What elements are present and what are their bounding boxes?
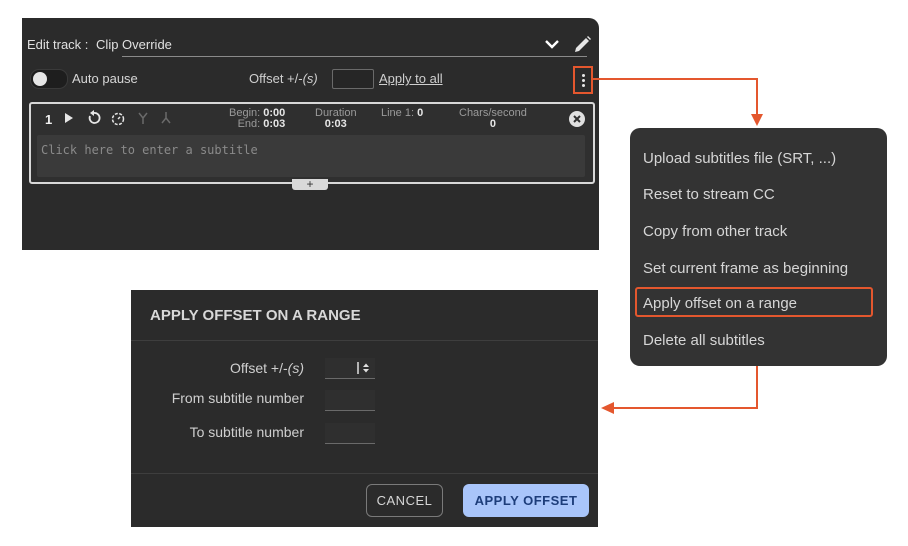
menu-item-reset-stream-cc[interactable]: Reset to stream CC: [643, 186, 775, 203]
offset-label-text: Offset +/-: [249, 71, 303, 86]
offset-input[interactable]: [332, 69, 374, 89]
auto-pause-label: Auto pause: [72, 71, 138, 86]
subtitle-card: 1 Begin: 0:00 End: 0:03 Duration 0:03 Li…: [29, 102, 595, 184]
undo-icon[interactable]: [86, 110, 102, 126]
chevron-down-icon[interactable]: [543, 37, 561, 51]
end-value: 0:03: [263, 118, 286, 130]
stepper-icon[interactable]: [355, 361, 371, 375]
menu-item-upload-subtitles[interactable]: Upload subtitles file (SRT, ...): [643, 150, 836, 167]
offset-label: Offset +/-(s): [249, 71, 318, 86]
close-circle-icon[interactable]: [569, 111, 585, 127]
subtitle-placeholder: Click here to enter a subtitle: [41, 143, 258, 157]
menu-connector-arrow: [593, 78, 763, 126]
menu-item-set-current-frame[interactable]: Set current frame as beginning: [643, 260, 848, 277]
menu-item-apply-offset-range[interactable]: Apply offset on a range: [643, 295, 797, 312]
chars-per-second-info: Chars/second 0: [459, 108, 527, 130]
menu-item-copy-from-track[interactable]: Copy from other track: [643, 223, 787, 240]
toggle-knob: [33, 72, 47, 86]
subtitle-editor-panel: Edit track : Clip Override Auto pause Of…: [22, 18, 599, 250]
track-options-menu: Upload subtitles file (SRT, ...) Reset t…: [630, 128, 887, 366]
add-subtitle-button[interactable]: +: [292, 178, 328, 190]
subtitle-number: 1: [45, 112, 53, 127]
offset-field-unit: (s): [287, 360, 304, 376]
line-info: Line 1: 0: [381, 108, 423, 119]
track-label: Edit track :: [27, 37, 89, 52]
begin-end-info: Begin: 0:00 End: 0:03: [229, 108, 285, 130]
auto-pause-toggle[interactable]: [30, 69, 68, 89]
line-value: 0: [417, 107, 424, 119]
more-vertical-icon[interactable]: [573, 66, 593, 94]
dialog-footer-divider: [131, 473, 598, 474]
to-subtitle-input[interactable]: [325, 423, 375, 444]
apply-offset-dialog: APPLY OFFSET ON A RANGE Offset +/-(s) Fr…: [131, 290, 598, 527]
from-subtitle-label: From subtitle number: [171, 390, 304, 406]
timer-icon[interactable]: [110, 110, 126, 126]
offset-field-label: Offset +/-(s): [230, 360, 304, 376]
track-value: Clip Override: [96, 37, 172, 52]
track-underline: [122, 56, 587, 57]
apply-offset-button[interactable]: APPLY OFFSET: [463, 484, 589, 517]
cancel-button[interactable]: CANCEL: [366, 484, 443, 517]
offset-number-input[interactable]: [325, 358, 375, 379]
end-label: End:: [237, 118, 261, 130]
from-subtitle-input[interactable]: [325, 390, 375, 411]
offset-field-label-text: Offset +/-: [229, 360, 288, 376]
to-subtitle-label: To subtitle number: [189, 424, 304, 440]
apply-to-all-link[interactable]: Apply to all: [379, 71, 443, 86]
offset-unit: (s): [302, 71, 318, 86]
merge-icon[interactable]: [158, 110, 174, 126]
play-icon[interactable]: [61, 110, 77, 126]
duration-value: 0:03: [324, 118, 347, 130]
duration-info: Duration 0:03: [315, 108, 357, 130]
line-label: Line 1:: [381, 107, 415, 119]
subtitle-text-input[interactable]: Click here to enter a subtitle: [37, 135, 585, 177]
split-icon[interactable]: [135, 110, 151, 126]
menu-item-delete-all-subtitles[interactable]: Delete all subtitles: [643, 332, 765, 349]
pencil-icon[interactable]: [571, 34, 593, 56]
dialog-header-divider: [131, 340, 598, 341]
dialog-connector-arrow: [601, 366, 758, 414]
cps-value: 0: [489, 118, 496, 130]
dialog-title: APPLY OFFSET ON A RANGE: [150, 307, 361, 324]
track-selector[interactable]: Edit track : Clip Override: [27, 37, 172, 52]
